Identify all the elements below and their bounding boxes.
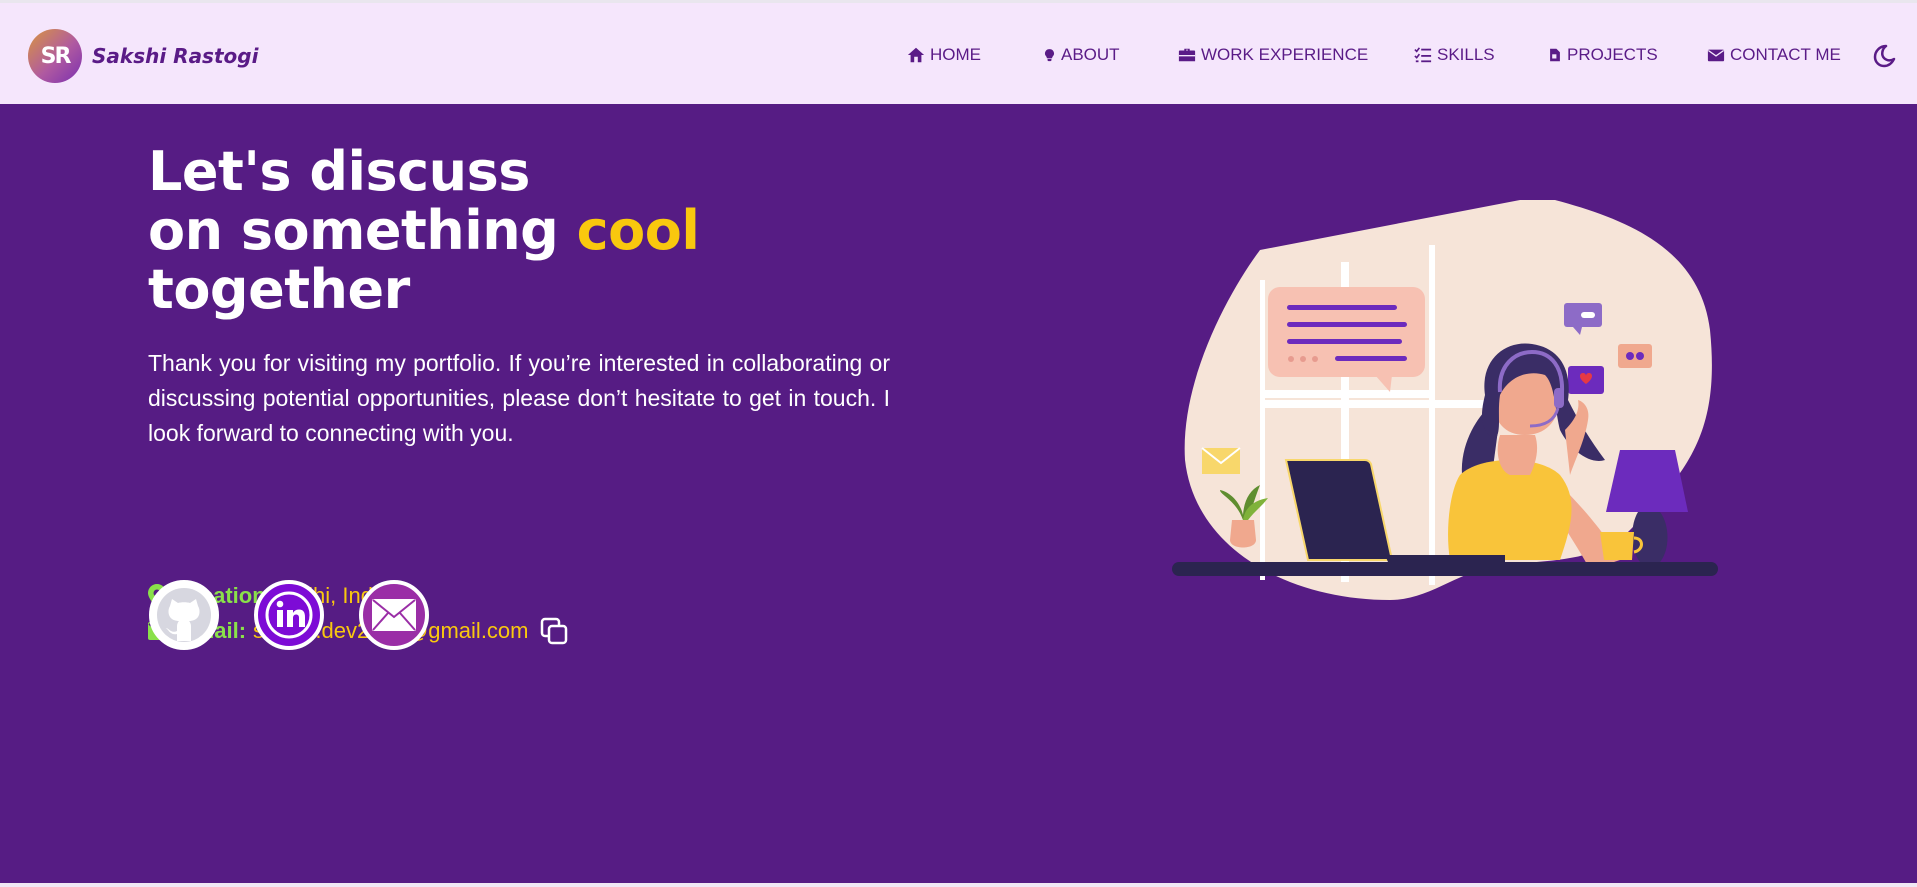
nav-projects[interactable]: PROJECTS	[1548, 45, 1658, 65]
linkedin-button[interactable]	[254, 580, 324, 650]
brand-name[interactable]: Sakshi Rastogi	[92, 44, 258, 68]
intro-paragraph: Thank you for visiting my portfolio. If …	[148, 350, 890, 446]
customer-support-illustration	[1172, 200, 1718, 600]
bottom-strip	[0, 883, 1917, 887]
headline-line-2: on something cool	[148, 201, 948, 260]
nav-about-label: ABOUT	[1061, 45, 1120, 64]
nav-contact-label: CONTACT ME	[1730, 45, 1841, 64]
moon-icon[interactable]	[1871, 43, 1897, 69]
nav-work-experience[interactable]: WORK EXPERIENCE	[1178, 45, 1368, 65]
nav-skills-label: SKILLS	[1437, 45, 1495, 64]
lightbulb-icon	[1044, 49, 1055, 62]
mail-icon	[372, 599, 416, 631]
nav-projects-label: PROJECTS	[1567, 45, 1658, 64]
nav-about[interactable]: ABOUT	[1043, 45, 1120, 65]
github-button[interactable]	[149, 580, 219, 650]
list-check-icon	[1414, 47, 1432, 63]
headline-line-3: together	[148, 258, 410, 321]
headline-line-1: Let's discuss	[148, 140, 530, 203]
email-button[interactable]	[359, 580, 429, 650]
headline-line-2-prefix: on something	[148, 199, 577, 262]
logo-initials: SR	[40, 43, 72, 69]
briefcase-icon	[1178, 48, 1196, 62]
copy-icon[interactable]	[539, 616, 569, 646]
navbar: SR Sakshi Rastogi HOME ABOUT WORK EXPERI…	[0, 3, 1917, 104]
brand[interactable]: SR Sakshi Rastogi	[28, 29, 258, 83]
logo[interactable]: SR	[28, 29, 82, 83]
headline-highlight: cool	[576, 199, 700, 262]
nav-home[interactable]: HOME	[907, 45, 981, 65]
file-icon	[1550, 48, 1560, 62]
nav-skills[interactable]: SKILLS	[1414, 45, 1495, 65]
nav-contact-me[interactable]: CONTACT ME	[1707, 45, 1841, 65]
home-icon	[907, 47, 925, 63]
nav-work-label: WORK EXPERIENCE	[1201, 45, 1369, 64]
nav-home-label: HOME	[930, 45, 981, 64]
github-icon	[157, 588, 211, 642]
contact-headline: Let's discuss on something cool together	[148, 142, 948, 319]
linkedin-icon	[265, 591, 313, 639]
envelope-icon	[1707, 49, 1725, 62]
